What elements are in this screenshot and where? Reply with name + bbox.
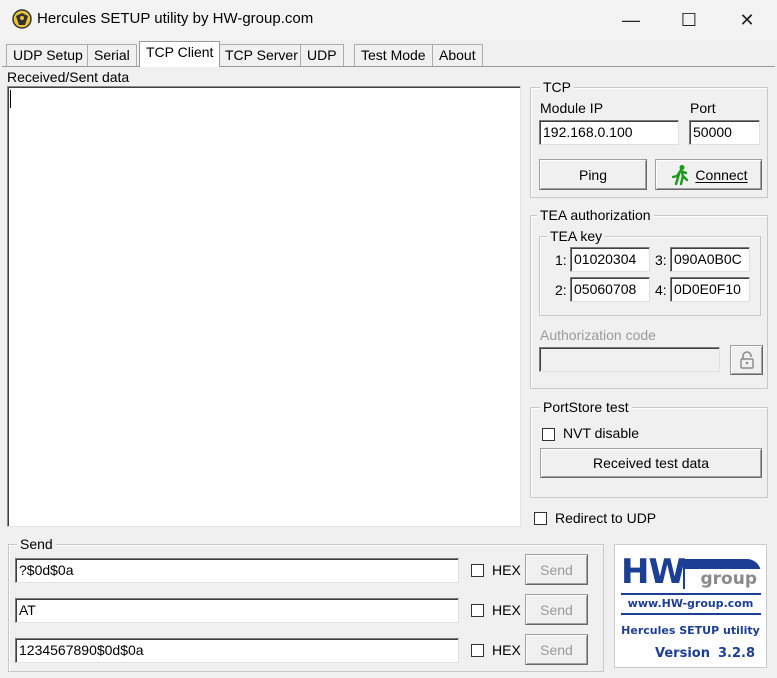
tea-key-2-input[interactable]: 05060708	[570, 277, 650, 302]
hex-label-1: HEX	[492, 562, 521, 578]
tea-key-3-label: 3:	[655, 252, 667, 268]
tab-serial[interactable]: Serial	[87, 44, 137, 66]
received-test-data-button[interactable]: Received test data	[540, 448, 762, 478]
tab-tcp-client[interactable]: TCP Client	[139, 41, 221, 67]
hex-checkbox-3[interactable]	[471, 644, 484, 657]
logo-rule-top	[621, 593, 761, 595]
redirect-to-udp-label: Redirect to UDP	[555, 510, 657, 526]
port-label: Port	[690, 100, 716, 116]
maximize-icon: ☐	[680, 9, 698, 30]
lock-icon	[739, 351, 754, 369]
tea-authorization-title: TEA authorization	[537, 207, 654, 223]
send-button-1[interactable]: Send	[525, 554, 588, 585]
module-ip-input[interactable]: 192.168.0.100	[539, 120, 679, 145]
logo-rule-bottom	[621, 613, 761, 615]
received-test-data-label: Received test data	[593, 455, 709, 471]
received-sent-label: Received/Sent data	[7, 69, 130, 85]
send-button-3-label: Send	[540, 641, 573, 658]
send-group-title: Send	[17, 536, 56, 552]
connect-button[interactable]: Connect	[655, 159, 762, 190]
tea-key-1-label: 1:	[555, 252, 567, 268]
connect-button-label: Connect	[695, 166, 748, 183]
tab-udp[interactable]: UDP	[300, 44, 344, 66]
received-sent-textarea[interactable]	[7, 86, 521, 527]
tea-key-2-label: 2:	[555, 282, 567, 298]
tea-key-title: TEA key	[547, 228, 606, 244]
tea-key-4-input[interactable]: 0D0E0F10	[670, 277, 750, 302]
tcp-group-title: TCP	[540, 79, 574, 95]
logo-version-value: 3.2.8	[718, 646, 756, 661]
hex-checkbox-2[interactable]	[471, 604, 484, 617]
tea-key-4-label: 4:	[655, 282, 667, 298]
text-caret	[10, 90, 11, 108]
tab-tcp-server[interactable]: TCP Server	[218, 44, 305, 66]
module-ip-label: Module IP	[540, 100, 604, 116]
tab-about[interactable]: About	[432, 44, 483, 66]
redirect-to-udp-checkbox[interactable]	[534, 512, 547, 525]
ping-button-label: Ping	[578, 166, 608, 183]
send-input-3[interactable]: 1234567890$0d$0a	[15, 638, 459, 663]
minimize-button[interactable]: —	[602, 0, 660, 40]
send-button-3[interactable]: Send	[525, 634, 588, 665]
maximize-button[interactable]: ☐	[660, 0, 718, 40]
tab-udp-setup[interactable]: UDP Setup	[6, 44, 90, 66]
hex-label-2: HEX	[492, 602, 521, 618]
ping-button[interactable]: Ping	[539, 159, 647, 190]
window-title: Hercules SETUP utility by HW-group.com	[37, 10, 314, 27]
hercules-app-icon[interactable]	[11, 8, 33, 30]
hw-group-logo[interactable]: HW group www.HW-group.com Hercules SETUP…	[614, 544, 767, 668]
logo-version-label: Version	[655, 646, 710, 661]
tab-test-mode[interactable]: Test Mode	[354, 44, 433, 66]
tea-key-1-input[interactable]: 01020304	[570, 247, 650, 272]
port-input[interactable]: 50000	[689, 120, 760, 145]
hex-checkbox-1[interactable]	[471, 564, 484, 577]
nvt-disable-checkbox[interactable]	[542, 428, 555, 441]
close-icon: ✕	[739, 9, 755, 30]
logo-product-name: Hercules SETUP utility	[621, 624, 760, 637]
running-man-icon	[672, 164, 689, 185]
logo-group-text: group	[685, 569, 761, 589]
send-button-1-label: Send	[540, 561, 573, 578]
minimize-icon: —	[622, 9, 640, 30]
logo-url: www.HW-group.com	[627, 597, 754, 610]
logo-hw-text: HW	[621, 552, 686, 592]
authorization-code-label: Authorization code	[540, 327, 656, 343]
send-button-2-label: Send	[540, 601, 573, 618]
nvt-disable-label: NVT disable	[563, 425, 640, 441]
send-button-2[interactable]: Send	[525, 594, 588, 625]
authorization-lock-button[interactable]	[730, 345, 763, 375]
authorization-code-input[interactable]	[539, 347, 720, 372]
send-input-1[interactable]: ?$0d$0a	[15, 558, 459, 583]
portstore-test-title: PortStore test	[540, 399, 632, 415]
close-button[interactable]: ✕	[718, 0, 776, 40]
tea-key-3-input[interactable]: 090A0B0C	[670, 247, 750, 272]
send-input-2[interactable]: AT	[15, 598, 459, 623]
hex-label-3: HEX	[492, 642, 521, 658]
